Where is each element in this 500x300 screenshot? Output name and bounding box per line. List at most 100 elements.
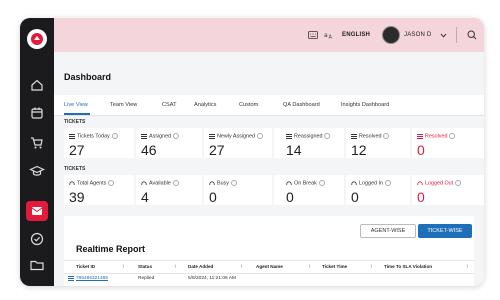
tab-bar: Live View Team View CSAT Analytics Custo…: [54, 95, 484, 116]
info-icon[interactable]: [108, 180, 115, 186]
info-icon[interactable]: [173, 133, 180, 139]
list-icon: [209, 133, 215, 139]
mail-icon: [31, 207, 43, 215]
info-icon[interactable]: [383, 133, 390, 139]
report-title: Realtime Report: [76, 244, 146, 254]
column-header-ticket-time[interactable]: Ticket Time: [322, 261, 347, 273]
section-label-tickets: TICKETS: [64, 119, 86, 125]
card-label: Resolved: [351, 133, 390, 139]
tab-csat[interactable]: CSAT: [162, 95, 177, 115]
info-icon[interactable]: [111, 133, 118, 139]
realtime-report-panel: AGENT-WISE TICKET-WISE Realtime Report T…: [64, 216, 474, 286]
card-value: 27: [69, 142, 85, 158]
page-title: Dashboard: [64, 72, 112, 82]
stat-card-tickets-today: Tickets Today 27: [64, 128, 134, 158]
card-value: 0: [286, 189, 294, 205]
home-icon[interactable]: [29, 77, 45, 93]
sidebar-item-active[interactable]: [26, 201, 48, 221]
card-value: 0: [417, 189, 425, 205]
card-value: 4: [141, 189, 149, 205]
info-icon[interactable]: [172, 180, 179, 186]
tab-live-view[interactable]: Live View: [64, 95, 88, 115]
card-value: 12: [351, 142, 367, 158]
cart-icon[interactable]: [29, 135, 45, 151]
app-window: a A ENGLISH JASON D Dashboard Live View …: [20, 18, 484, 286]
tab-custom[interactable]: Custom: [239, 95, 258, 115]
info-icon[interactable]: [455, 180, 462, 186]
card-value: 0: [417, 142, 425, 158]
card-label: Reassigned: [286, 133, 331, 139]
tab-analytics[interactable]: Analytics: [194, 95, 216, 115]
chevron-down-icon[interactable]: [440, 18, 447, 52]
info-icon[interactable]: [449, 133, 456, 139]
language-selector[interactable]: ENGLISH: [342, 18, 370, 52]
main-content: Dashboard Live View Team View CSAT Analy…: [54, 52, 484, 286]
card-value: 0: [209, 189, 217, 205]
translate-icon[interactable]: a A: [324, 18, 334, 52]
stat-card-available: Available 4: [136, 175, 202, 205]
card-value: 0: [351, 189, 359, 205]
keyboard-icon[interactable]: [308, 18, 318, 52]
filter-icon[interactable]: ⊺: [174, 261, 176, 273]
info-icon[interactable]: [230, 180, 237, 186]
headset-icon: [141, 180, 147, 185]
info-icon[interactable]: [257, 133, 264, 139]
tab-team-view[interactable]: Team View: [110, 95, 137, 115]
card-label: Assigned: [141, 133, 180, 139]
info-icon[interactable]: [324, 133, 331, 139]
folder-icon[interactable]: [29, 257, 45, 273]
column-header-agent-name[interactable]: Agent Name: [256, 261, 283, 273]
ticket-status: Replied: [138, 276, 155, 281]
card-label: Busy: [209, 180, 237, 186]
column-header-sla-violation[interactable]: Time To SLA Violation: [384, 261, 432, 273]
stat-card-reassigned: Reassigned 14: [274, 128, 344, 158]
user-menu[interactable]: JASON D: [404, 18, 431, 52]
tab-insights-dashboard[interactable]: Insights Dashboard: [341, 95, 389, 115]
card-value: 39: [69, 189, 85, 205]
svg-text:A: A: [329, 35, 333, 40]
headset-icon: [209, 180, 215, 185]
info-icon[interactable]: [384, 180, 391, 186]
language-label: ENGLISH: [342, 32, 371, 38]
ticket-wise-button[interactable]: TICKET-WISE: [418, 224, 472, 238]
top-bar: a A ENGLISH JASON D: [54, 18, 484, 52]
tab-qa-dashboard[interactable]: QA Dashboard: [283, 95, 320, 115]
check-circle-icon[interactable]: [29, 231, 45, 247]
card-value: 46: [141, 142, 157, 158]
avatar[interactable]: [382, 26, 400, 44]
stat-card-busy: Busy 0: [204, 175, 272, 205]
filter-icon[interactable]: ⊺: [308, 261, 310, 273]
list-icon: [351, 133, 357, 139]
filter-icon[interactable]: ⊺: [370, 261, 372, 273]
agent-wise-button[interactable]: AGENT-WISE: [360, 224, 416, 238]
stat-card-total-agents: Total Agents 39: [64, 175, 134, 205]
filter-icon[interactable]: ⊺: [240, 261, 242, 273]
table-header: Ticket ID ⊺ Status ⊺ Date Added ⊺ Agent …: [64, 260, 474, 274]
svg-text:a: a: [324, 32, 328, 39]
filter-icon[interactable]: ⊺: [122, 261, 124, 273]
user-name: JASON D: [404, 32, 432, 38]
column-header-ticket-id[interactable]: Ticket ID: [76, 261, 95, 273]
card-label: Logged In: [351, 180, 391, 186]
filter-icon[interactable]: ⊺: [466, 261, 468, 273]
ticket-id-link[interactable]: 785486321485: [76, 274, 108, 284]
topbar-divider: [456, 27, 457, 43]
column-header-status[interactable]: Status: [138, 261, 152, 273]
list-icon: [141, 133, 147, 139]
search-icon[interactable]: [467, 18, 477, 52]
headset-icon: [286, 180, 292, 185]
list-icon: [69, 133, 75, 139]
app-logo[interactable]: [27, 29, 47, 49]
card-label: Newly Assigned: [209, 133, 264, 139]
stat-card-on-break: On Break 0: [274, 175, 344, 205]
graduation-cap-icon[interactable]: [29, 163, 45, 179]
card-value: 27: [209, 142, 225, 158]
headset-icon: [69, 180, 75, 185]
stat-card-resolved-red: Resolved 0: [412, 128, 484, 158]
calendar-icon[interactable]: [29, 105, 45, 121]
column-header-date-added[interactable]: Date Added: [188, 261, 213, 273]
info-icon[interactable]: [318, 180, 325, 186]
card-label: Resolved: [417, 133, 456, 139]
headset-icon: [351, 180, 357, 185]
card-label: Logged Out: [417, 180, 462, 186]
